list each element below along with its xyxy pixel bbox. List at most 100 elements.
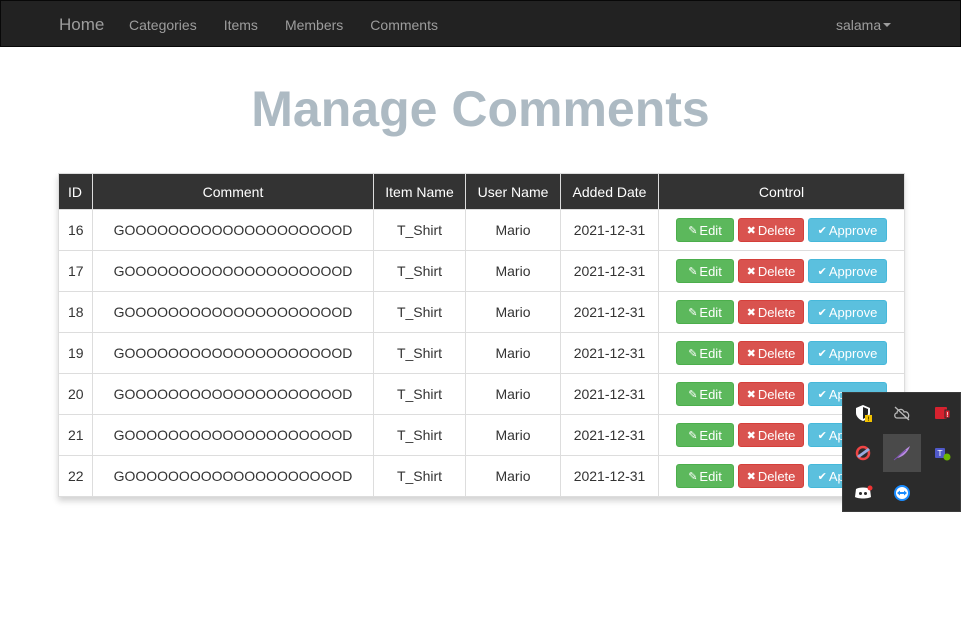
row-comment: GOOOOOOOOOOOOOOOOOOOOD	[92, 250, 374, 292]
row-comment: GOOOOOOOOOOOOOOOOOOOOD	[92, 414, 374, 456]
approve-label: Approve	[828, 304, 878, 320]
row-control: ✎Edit✖Delete✔Approve	[658, 209, 905, 251]
nav-comments-link[interactable]: Comments	[370, 17, 438, 33]
check-icon: ✔	[817, 470, 827, 483]
delete-button[interactable]: ✖ Delete	[738, 341, 804, 365]
user-dropdown[interactable]: salama	[836, 17, 892, 33]
times-icon: ✖	[746, 429, 756, 442]
row-control: ✎Edit✖Delete✔Approve	[658, 291, 905, 333]
edit-icon: ✎	[688, 429, 698, 442]
edit-button[interactable]: ✎ Edit	[676, 464, 734, 488]
check-icon: ✔	[817, 265, 827, 278]
check-icon: ✔	[817, 388, 827, 401]
delete-button[interactable]: ✖ Delete	[738, 218, 804, 242]
delete-label: Delete	[757, 427, 796, 443]
row-id: 18	[58, 291, 93, 333]
row-item-name: T_Shirt	[373, 291, 466, 333]
row-control: ✎Edit✖Delete✔Approve	[658, 250, 905, 292]
row-added-date: 2021-12-31	[560, 373, 659, 415]
row-id: 17	[58, 250, 93, 292]
row-comment: GOOOOOOOOOOOOOOOOOOOOD	[92, 291, 374, 333]
row-user-name: Mario	[465, 250, 561, 292]
table-row: 19 GOOOOOOOOOOOOOOOOOOOOD T_Shirt Mario 2021…	[58, 332, 905, 374]
row-added-date: 2021-12-31	[560, 209, 659, 251]
table-header-row: ID Comment Item Name User Name Added Dat…	[58, 173, 905, 210]
row-id: 20	[58, 373, 93, 415]
table-row: 18 GOOOOOOOOOOOOOOOOOOOOD T_Shirt Mario 2021…	[58, 291, 905, 333]
row-user-name: Mario	[465, 373, 561, 415]
edit-label: Edit	[699, 304, 722, 320]
edit-label: Edit	[699, 468, 722, 484]
ccleaner-icon[interactable]	[844, 434, 882, 472]
approve-button[interactable]: ✔Approve	[808, 218, 887, 242]
delete-label: Delete	[757, 468, 796, 484]
approve-label: Approve	[828, 345, 878, 361]
row-added-date: 2021-12-31	[560, 332, 659, 374]
row-item-name: T_Shirt	[373, 209, 466, 251]
row-comment: GOOOOOOOOOOOOOOOOOOOOD	[92, 455, 374, 497]
row-item-name: T_Shirt	[373, 414, 466, 456]
discord-icon[interactable]	[844, 474, 882, 512]
edit-icon: ✎	[688, 306, 698, 319]
delete-button[interactable]: ✖ Delete	[738, 300, 804, 324]
svg-text:T: T	[937, 449, 943, 458]
row-user-name: Mario	[465, 209, 561, 251]
approve-button[interactable]: ✔Approve	[808, 259, 887, 283]
row-item-name: T_Shirt	[373, 455, 466, 497]
security-warning-icon[interactable]: !	[844, 394, 882, 432]
caret-down-icon	[883, 23, 892, 27]
delete-label: Delete	[757, 222, 796, 238]
table-row: 22 GOOOOOOOOOOOOOOOOOOOOD T_Shirt Mario 2021…	[58, 455, 905, 497]
delete-button[interactable]: ✖ Delete	[738, 464, 804, 488]
edit-button[interactable]: ✎ Edit	[676, 300, 734, 324]
row-comment: GOOOOOOOOOOOOOOOOOOOOD	[92, 209, 374, 251]
nav-items-link[interactable]: Items	[224, 17, 258, 33]
row-item-name: T_Shirt	[373, 373, 466, 415]
delete-button[interactable]: ✖ Delete	[738, 423, 804, 447]
times-icon: ✖	[746, 347, 756, 360]
row-user-name: Mario	[465, 332, 561, 374]
times-icon: ✖	[746, 306, 756, 319]
header-added-date: Added Date	[560, 173, 659, 210]
system-tray-overflow: ! ! T	[842, 392, 961, 512]
edit-label: Edit	[699, 386, 722, 402]
nav-home-link[interactable]: Home	[59, 15, 104, 35]
delete-button[interactable]: ✖ Delete	[738, 382, 804, 406]
edit-button[interactable]: ✎ Edit	[676, 341, 734, 365]
delete-label: Delete	[757, 263, 796, 279]
check-icon: ✔	[817, 347, 827, 360]
edit-label: Edit	[699, 427, 722, 443]
edit-icon: ✎	[688, 470, 698, 483]
nav-categories-link[interactable]: Categories	[129, 17, 197, 33]
approve-button[interactable]: ✔Approve	[808, 300, 887, 324]
svg-text:!: !	[946, 411, 949, 419]
approve-label: Approve	[828, 222, 878, 238]
teams-icon[interactable]: T	[923, 434, 961, 472]
nav-members-link[interactable]: Members	[285, 17, 343, 33]
row-added-date: 2021-12-31	[560, 250, 659, 292]
delete-button[interactable]: ✖ Delete	[738, 259, 804, 283]
edit-button[interactable]: ✎ Edit	[676, 259, 734, 283]
header-id: ID	[58, 173, 93, 210]
feather-icon[interactable]	[883, 434, 921, 472]
edit-label: Edit	[699, 222, 722, 238]
check-icon: ✔	[817, 306, 827, 319]
times-icon: ✖	[746, 388, 756, 401]
cloud-offline-icon[interactable]	[883, 394, 921, 432]
header-item-name: Item Name	[373, 173, 466, 210]
edit-button[interactable]: ✎ Edit	[676, 382, 734, 406]
times-icon: ✖	[746, 224, 756, 237]
edit-label: Edit	[699, 345, 722, 361]
adobe-alert-icon[interactable]: !	[923, 394, 961, 432]
edit-button[interactable]: ✎ Edit	[676, 218, 734, 242]
teamviewer-icon[interactable]	[883, 474, 921, 512]
delete-label: Delete	[757, 386, 796, 402]
edit-button[interactable]: ✎ Edit	[676, 423, 734, 447]
table-row: 21 GOOOOOOOOOOOOOOOOOOOOD T_Shirt Mario 2021…	[58, 414, 905, 456]
row-id: 22	[58, 455, 93, 497]
edit-label: Edit	[699, 263, 722, 279]
top-navbar: Home Categories Items Members Comments s…	[0, 0, 961, 47]
approve-button[interactable]: ✔Approve	[808, 341, 887, 365]
times-icon: ✖	[746, 470, 756, 483]
edit-icon: ✎	[688, 224, 698, 237]
